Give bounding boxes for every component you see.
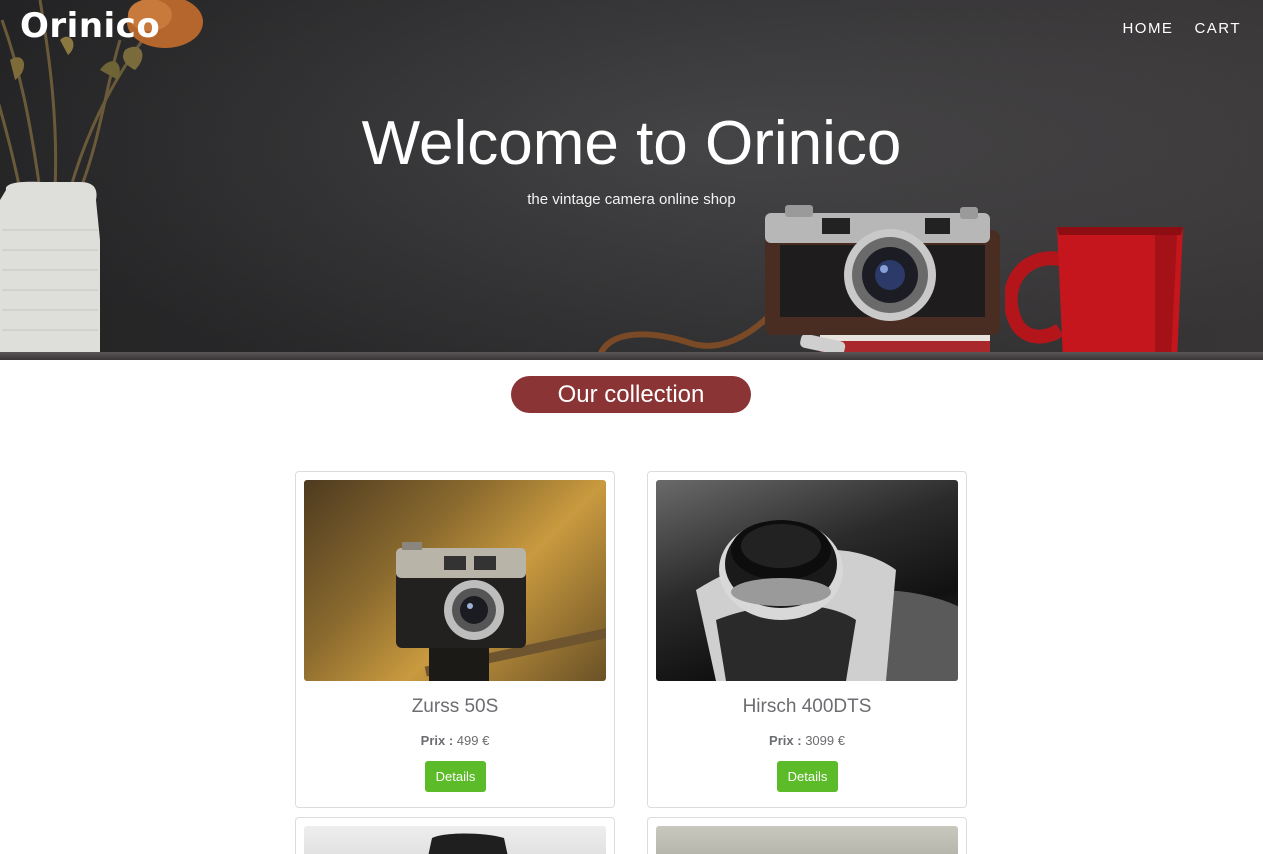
price-label: Prix :: [420, 733, 454, 748]
site-logo[interactable]: Orinico: [20, 6, 160, 46]
nav-home-link[interactable]: HOME: [1122, 20, 1173, 37]
camera-photo-illustration: [656, 826, 958, 854]
product-name: Hirsch 400DTS: [742, 696, 872, 717]
main-nav: HOME CART: [1122, 20, 1241, 37]
hero-banner: Orinico HOME CART Welcome to Orinico the…: [0, 0, 1263, 360]
product-photo[interactable]: [304, 826, 606, 854]
camera-photo-illustration: [428, 833, 508, 854]
product-photo[interactable]: [656, 480, 958, 681]
hero-shelf: [0, 352, 1263, 360]
product-photo[interactable]: [656, 826, 958, 854]
camera-photo-illustration: [396, 542, 606, 681]
details-button[interactable]: Details: [425, 761, 486, 792]
product-card: [295, 817, 615, 854]
product-card: [647, 817, 967, 854]
details-button[interactable]: Details: [777, 761, 838, 792]
product-card: Zurss 50S Prix : 499 € Details: [295, 471, 615, 808]
hero-subtitle: the vintage camera online shop: [527, 191, 736, 208]
red-mug-image: [1005, 227, 1183, 360]
product-name: Zurss 50S: [411, 696, 499, 717]
collection-heading: Our collection: [511, 376, 751, 413]
vase-with-flowers-image: [0, 0, 203, 360]
product-price: Prix : 499 €: [296, 733, 614, 748]
hero-title: Welcome to Orinico: [361, 109, 902, 178]
camera-photo-illustration: [696, 520, 958, 681]
price-label: Prix :: [769, 733, 802, 748]
product-photo[interactable]: [304, 480, 606, 681]
product-card: Hirsch 400DTS Prix : 3099 € Details: [647, 471, 967, 808]
price-value: 499 €: [456, 733, 490, 748]
hero-camera-image: [597, 205, 1000, 360]
product-price: Prix : 3099 €: [648, 733, 966, 748]
nav-cart-link[interactable]: CART: [1194, 20, 1241, 37]
price-value: 3099 €: [805, 733, 845, 748]
